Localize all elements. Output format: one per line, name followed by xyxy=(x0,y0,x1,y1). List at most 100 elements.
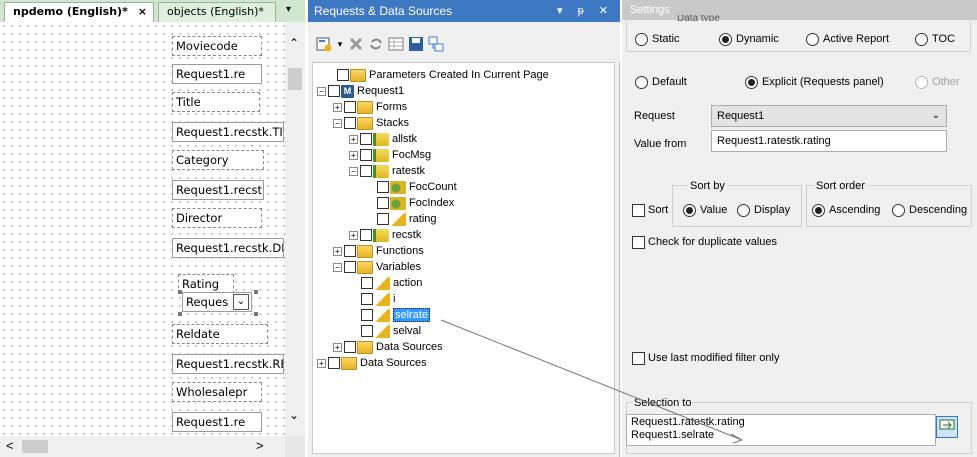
collapse-icon[interactable]: − xyxy=(349,166,358,176)
label-reldate[interactable]: Reldate xyxy=(172,324,268,344)
tree-checkbox[interactable] xyxy=(361,309,373,322)
tab-objects[interactable]: objects (English)* xyxy=(158,2,276,22)
delete-icon[interactable] xyxy=(348,36,364,52)
selection-handle[interactable] xyxy=(178,290,182,294)
panel-controls[interactable]: ▾ ᵽ ✕ xyxy=(557,0,614,22)
close-icon[interactable]: × xyxy=(138,3,147,21)
tree-checkbox[interactable] xyxy=(360,229,372,242)
tree-checkbox[interactable] xyxy=(344,117,356,130)
tree-checkbox[interactable] xyxy=(337,69,349,82)
radio-sort-value[interactable]: Value xyxy=(683,202,727,218)
tree-node-foccount[interactable]: FocCount xyxy=(377,179,457,195)
tree-node-ratestk[interactable]: − ratestk xyxy=(349,163,425,179)
scroll-right-icon[interactable]: > xyxy=(256,438,264,453)
tree-node-request-data-sources[interactable]: + Data Sources xyxy=(333,339,443,355)
duplicate-values-checkbox[interactable]: Check for duplicate values xyxy=(632,234,777,250)
request-combobox[interactable]: Request1 ⌄ xyxy=(711,105,947,127)
selection-handle[interactable] xyxy=(178,312,182,316)
tree-node-stacks[interactable]: − Stacks xyxy=(333,115,409,131)
tree-checkbox[interactable] xyxy=(377,213,389,226)
tree-node-variables[interactable]: − Variables xyxy=(333,259,421,275)
tree-checkbox[interactable] xyxy=(328,357,340,370)
radio-sort-display[interactable]: Display xyxy=(737,202,790,218)
expand-icon[interactable]: + xyxy=(349,150,358,160)
tree-checkbox[interactable] xyxy=(344,245,356,258)
radio-toc[interactable]: TOC xyxy=(915,31,955,47)
rating-select[interactable]: Reques ⌄ xyxy=(182,292,252,312)
selection-handle[interactable] xyxy=(254,290,258,294)
tree-checkbox[interactable] xyxy=(360,165,372,178)
label-moviecode[interactable]: Moviecode xyxy=(172,36,262,56)
value-from-field[interactable]: Request1.ratestk.rating xyxy=(711,130,947,152)
collapse-icon[interactable]: − xyxy=(317,86,326,96)
label-category[interactable]: Category xyxy=(172,150,264,170)
field-director[interactable]: Request1.recstk.DIR xyxy=(172,238,284,258)
tree-node-selval[interactable]: selval xyxy=(361,323,421,339)
dropdown-arrow-icon[interactable]: ▾ xyxy=(332,36,348,52)
scroll-down-icon[interactable]: ⌄ xyxy=(289,408,299,422)
tree-checkbox[interactable] xyxy=(328,85,340,98)
label-title[interactable]: Title xyxy=(172,92,260,112)
radio-descending[interactable]: Descending xyxy=(892,202,967,218)
tree-checkbox[interactable] xyxy=(344,341,356,354)
tree-checkbox[interactable] xyxy=(361,325,373,338)
selection-handle[interactable] xyxy=(254,312,258,316)
radio-other[interactable]: Other xyxy=(915,74,960,90)
label-director[interactable]: Director xyxy=(172,208,262,228)
tree-checkbox[interactable] xyxy=(361,293,373,306)
tree-node-rating[interactable]: rating xyxy=(377,211,437,227)
tree-node-request1[interactable]: − M Request1 xyxy=(317,83,404,99)
expand-icon[interactable]: + xyxy=(333,102,342,112)
tab-npdemo[interactable]: npdemo (English)* × xyxy=(4,2,154,22)
tab-list-dropdown-icon[interactable]: ▾ xyxy=(286,4,291,15)
tree-checkbox[interactable] xyxy=(344,261,356,274)
last-modified-filter-checkbox[interactable]: Use last modified filter only xyxy=(632,350,779,366)
refresh-icon[interactable] xyxy=(368,36,384,52)
tree-checkbox[interactable] xyxy=(361,277,373,290)
new-request-icon[interactable] xyxy=(316,36,332,52)
radio-static[interactable]: Static xyxy=(635,31,680,47)
field-moviecode[interactable]: Request1.re xyxy=(172,64,262,84)
vertical-scrollbar[interactable]: ⌃ ⌄ xyxy=(285,22,305,436)
tree-node-forms[interactable]: + Forms xyxy=(333,99,407,115)
tree-checkbox[interactable] xyxy=(344,101,356,114)
scroll-left-icon[interactable]: < xyxy=(6,438,14,453)
design-canvas[interactable]: Moviecode Request1.re Title Request1.rec… xyxy=(0,22,285,436)
tree-checkbox[interactable] xyxy=(360,149,372,162)
label-wholesalepr[interactable]: Wholesalepr xyxy=(172,382,262,402)
field-reldate[interactable]: Request1.recstk.REI xyxy=(172,354,284,374)
expand-icon[interactable]: + xyxy=(349,230,358,240)
expand-icon[interactable]: + xyxy=(333,246,342,256)
collapse-icon[interactable]: − xyxy=(333,118,342,128)
expand-icon[interactable]: + xyxy=(333,342,342,352)
tree-node-functions[interactable]: + Functions xyxy=(333,243,424,259)
tree-node-i[interactable]: i xyxy=(361,291,395,307)
tree-checkbox[interactable] xyxy=(360,133,372,146)
collapse-icon[interactable]: − xyxy=(333,262,342,272)
radio-explicit[interactable]: Explicit (Requests panel) xyxy=(745,74,884,90)
tree-node-parameters[interactable]: Parameters Created In Current Page xyxy=(337,67,549,83)
tree-node-focindex[interactable]: FocIndex xyxy=(377,195,454,211)
tree-checkbox[interactable] xyxy=(377,197,389,210)
sort-checkbox[interactable]: Sort xyxy=(632,202,668,218)
tree-checkbox[interactable] xyxy=(377,181,389,194)
horizontal-scrollbar[interactable]: < > xyxy=(0,436,285,457)
scroll-up-icon[interactable]: ⌃ xyxy=(289,36,299,50)
scroll-thumb[interactable] xyxy=(288,68,302,90)
expand-icon[interactable]: + xyxy=(317,358,326,368)
save-icon[interactable] xyxy=(408,36,424,52)
selection-to-list[interactable]: Request1.ratestk.rating Request1.selrate xyxy=(626,414,936,446)
grid-icon[interactable] xyxy=(388,36,404,52)
field-wholesalepr[interactable]: Request1.re xyxy=(172,412,262,432)
expand-icon[interactable]: + xyxy=(349,134,358,144)
selection-edit-button[interactable] xyxy=(936,416,958,438)
share-icon[interactable] xyxy=(428,36,444,52)
radio-dynamic[interactable]: Dynamic xyxy=(719,31,779,47)
field-category[interactable]: Request1.recstk xyxy=(172,180,264,200)
radio-active-report[interactable]: Active Report xyxy=(806,31,889,47)
label-rating[interactable]: Rating xyxy=(178,274,234,294)
tree-node-recstk[interactable]: + recstk xyxy=(349,227,421,243)
radio-default[interactable]: Default xyxy=(635,74,687,90)
radio-ascending[interactable]: Ascending xyxy=(812,202,880,218)
request-tree[interactable]: Parameters Created In Current Page − M Req… xyxy=(312,62,615,454)
